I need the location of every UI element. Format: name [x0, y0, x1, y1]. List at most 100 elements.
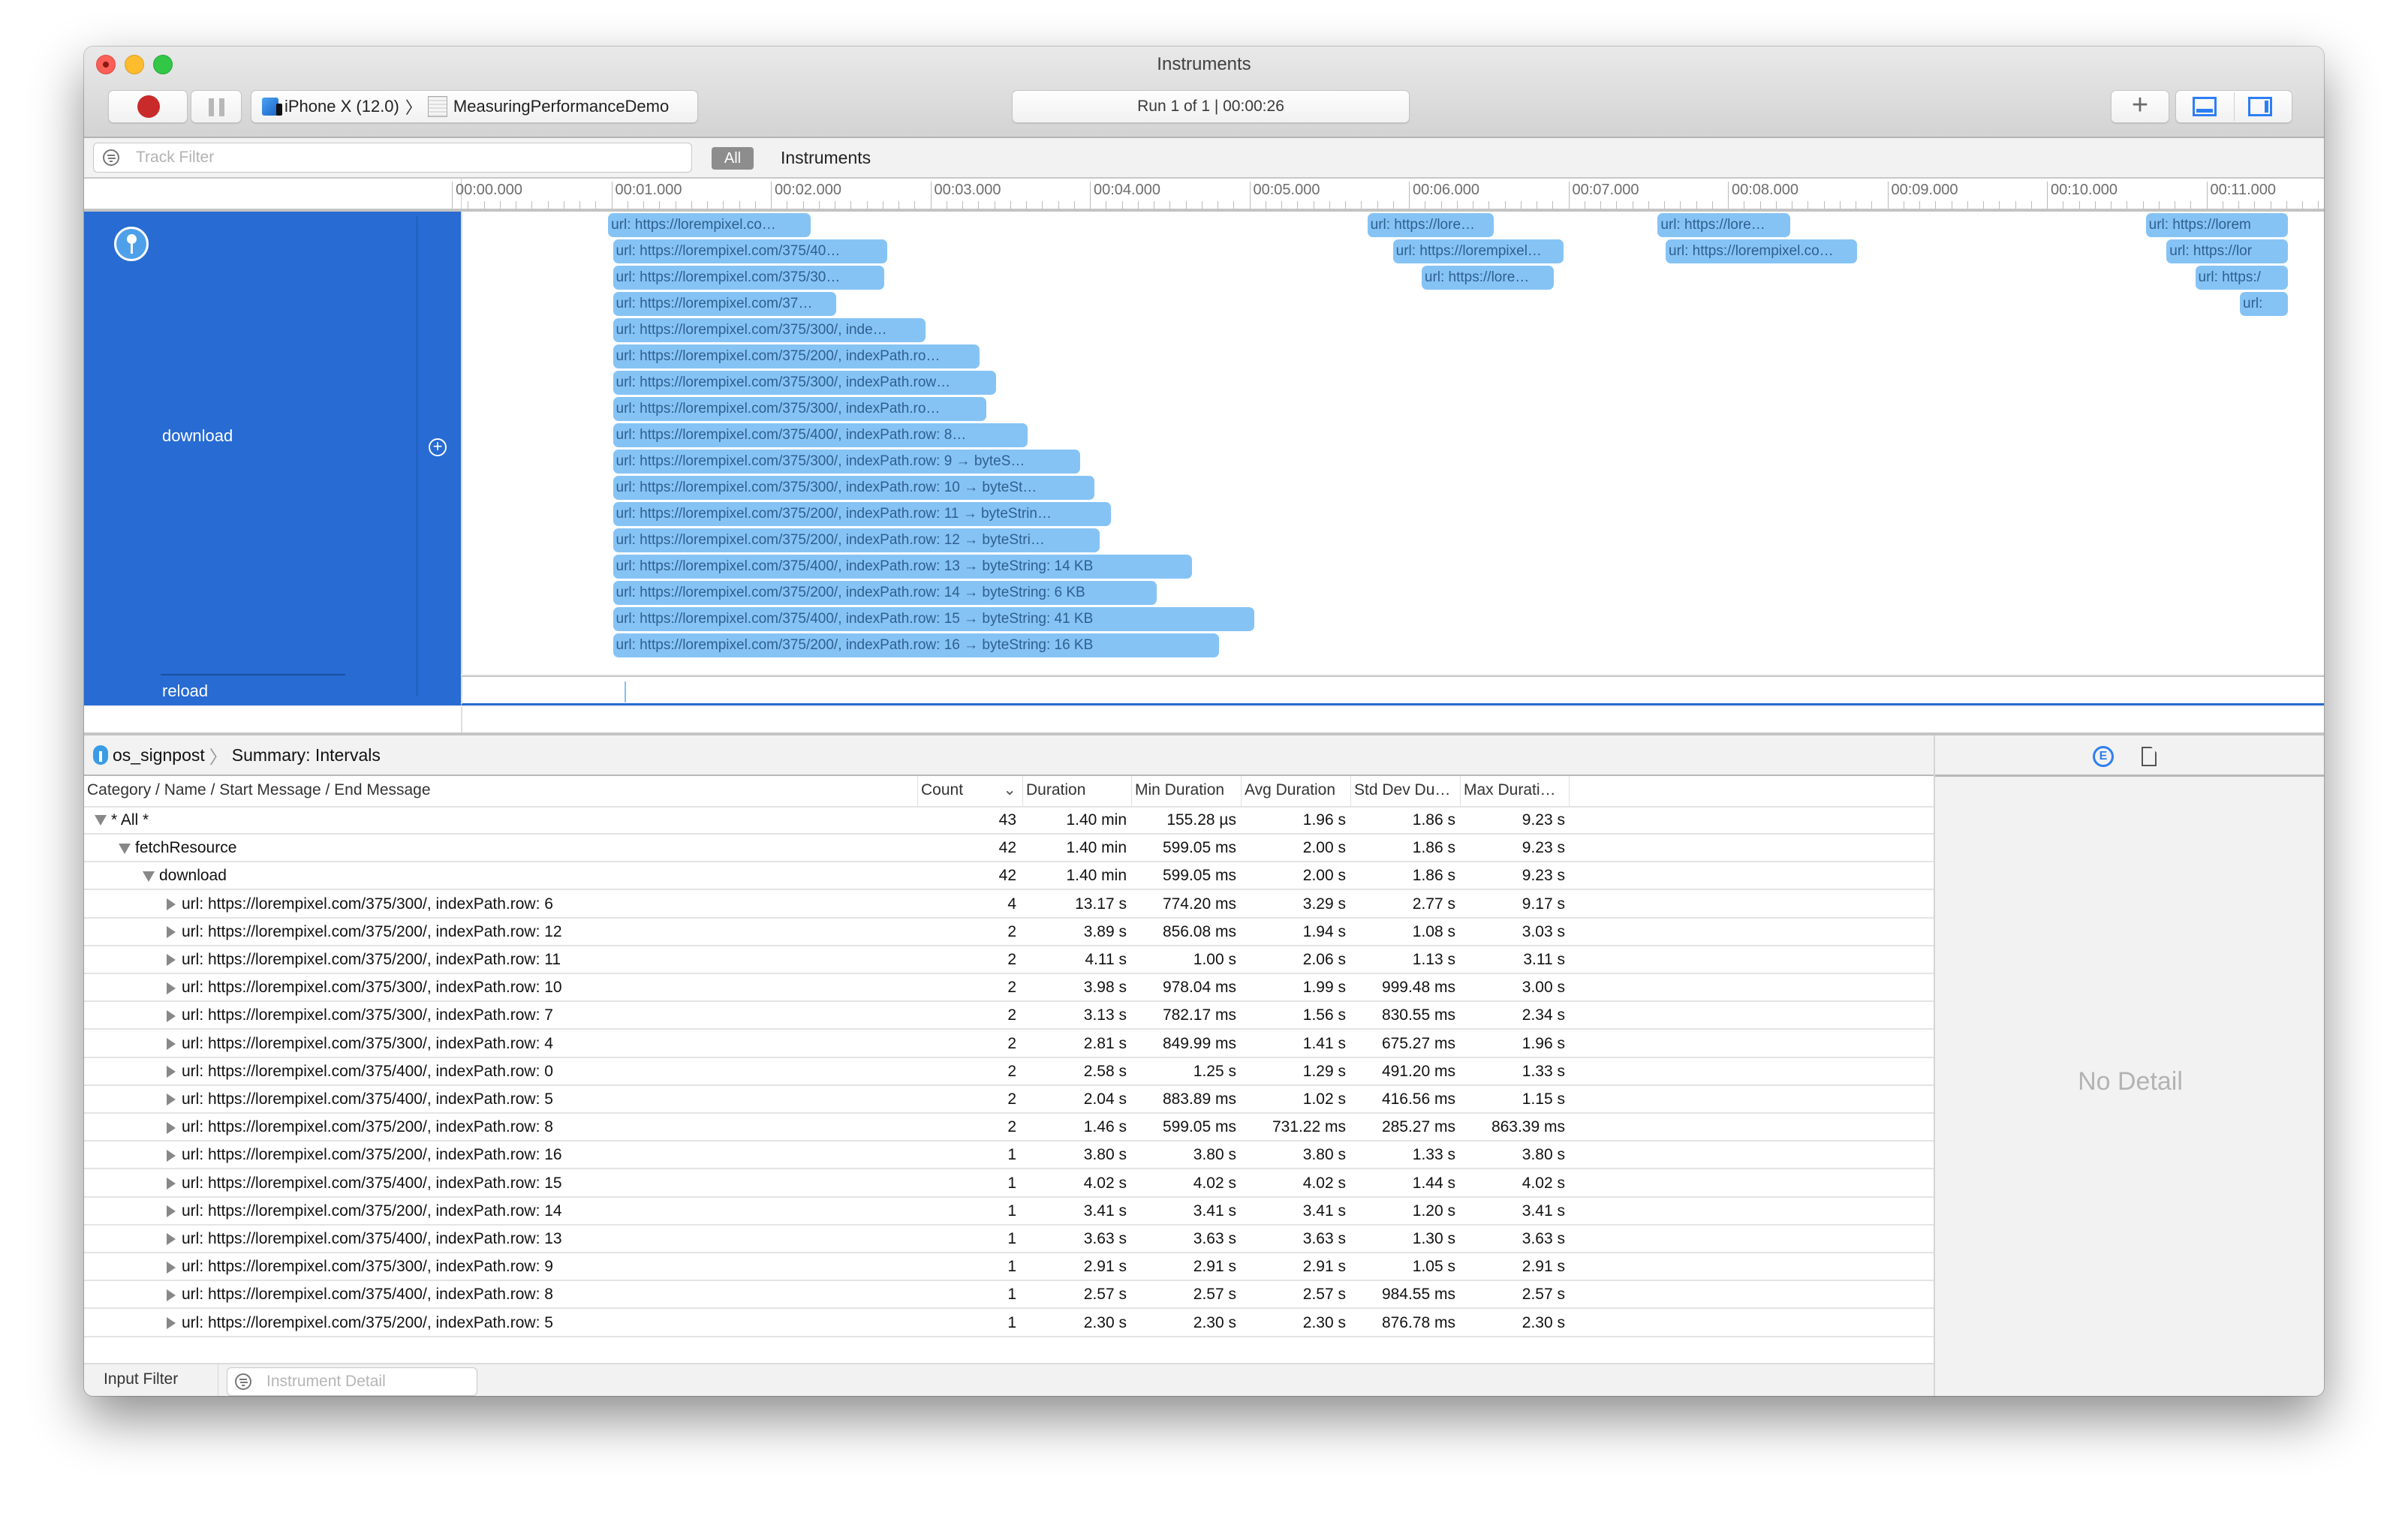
signpost-interval[interactable]: url: https://lorempixel.com/375/200/, in…: [613, 633, 1219, 657]
track-header-os-signpost[interactable]: download + reload: [84, 212, 461, 705]
signpost-interval[interactable]: url: https://lorempixel.co…: [608, 213, 811, 237]
table-row[interactable]: url: https://lorempixel.com/375/200/, in…: [84, 1310, 1934, 1337]
signpost-interval[interactable]: url: https://lore…: [1657, 213, 1790, 237]
disclosure-collapsed-icon[interactable]: [167, 954, 176, 967]
column-header-max-duration[interactable]: Max Durati…: [1460, 776, 1570, 806]
signpost-interval[interactable]: url: https://lorempixel…: [1392, 239, 1564, 263]
column-header-count[interactable]: Count ⌄: [917, 776, 1022, 806]
track-filter-input[interactable]: Track Filter: [93, 143, 692, 173]
breadcrumb-view[interactable]: Summary: Intervals: [232, 745, 381, 766]
disclosure-collapsed-icon[interactable]: [167, 1066, 176, 1078]
signpost-interval[interactable]: url: https://lorempixel.com/375/300/, in…: [613, 476, 1095, 500]
signpost-interval[interactable]: url: https://lorempixel.com/375/300/, in…: [613, 371, 996, 395]
ruler-tick-label: 00:00.000: [452, 182, 522, 209]
table-row[interactable]: url: https://lorempixel.com/375/300/, in…: [84, 1031, 1934, 1058]
toggle-inspector-icon[interactable]: [2248, 97, 2272, 116]
breadcrumb-instrument[interactable]: os_signpost: [113, 745, 205, 766]
extended-detail-icon[interactable]: E: [2093, 746, 2114, 767]
ruler-minor-tick: [1759, 201, 1761, 209]
disclosure-collapsed-icon[interactable]: [167, 982, 176, 994]
signpost-interval[interactable]: url: https://lorem: [2145, 213, 2288, 237]
column-header-std-dev-duration[interactable]: Std Dev Du…: [1350, 776, 1460, 806]
table-row[interactable]: url: https://lorempixel.com/375/400/, in…: [84, 1226, 1934, 1253]
disclosure-collapsed-icon[interactable]: [167, 1178, 176, 1190]
table-row[interactable]: url: https://lorempixel.com/375/400/, in…: [84, 1171, 1934, 1198]
table-row[interactable]: url: https://lorempixel.com/375/300/, in…: [84, 1254, 1934, 1282]
target-selector[interactable]: iPhone X (12.0) 〉 MeasuringPerformanceDe…: [251, 90, 698, 123]
disclosure-collapsed-icon[interactable]: [167, 926, 176, 939]
signpost-interval[interactable]: url: https://lore…: [1367, 213, 1494, 237]
table-row[interactable]: url: https://lorempixel.com/375/200/, in…: [84, 1142, 1934, 1170]
table-row[interactable]: url: https://lorempixel.com/375/200/, in…: [84, 947, 1934, 974]
signpost-interval[interactable]: url: https://lorempixel.com/375/300/, in…: [613, 397, 986, 421]
table-row[interactable]: url: https://lorempixel.com/375/400/, in…: [84, 1087, 1934, 1114]
add-instrument-button[interactable]: +: [2111, 90, 2169, 123]
disclosure-collapsed-icon[interactable]: [167, 1121, 176, 1134]
signpost-interval[interactable]: url:: [2240, 292, 2288, 316]
cell-avg: 1.99 s: [1302, 979, 1346, 997]
table-row[interactable]: download 42 1.40 min 599.05 ms 2.00 s 1.86 s 9…: [84, 863, 1934, 891]
disclosure-expanded-icon[interactable]: [95, 815, 107, 826]
ruler-minor-tick: [1616, 201, 1618, 209]
signpost-interval[interactable]: url: https://lorempixel.com/375/400/, in…: [613, 555, 1192, 579]
disclosure-collapsed-icon[interactable]: [167, 1317, 176, 1330]
signpost-interval[interactable]: url: https://lorempixel.com/375/400/, in…: [613, 607, 1254, 631]
disclosure-collapsed-icon[interactable]: [167, 1205, 176, 1218]
document-icon[interactable]: [2142, 747, 2157, 766]
disclosure-collapsed-icon[interactable]: [167, 1038, 176, 1051]
table-row[interactable]: url: https://lorempixel.com/375/300/, in…: [84, 1003, 1934, 1030]
signpost-interval[interactable]: url: https://lorempixel.com/375/300/, in…: [613, 318, 926, 342]
toggle-detail-area-icon[interactable]: [2193, 97, 2217, 116]
signpost-interval[interactable]: url: https://lorempixel.com/375/200/, in…: [613, 502, 1111, 526]
track-graph-download[interactable]: url: https://lorempixel.co… url: https://…: [461, 212, 2324, 674]
signpost-interval[interactable]: url: https://lorempixel.com/375/200/, in…: [613, 344, 980, 368]
disclosure-expanded-icon[interactable]: [143, 871, 155, 882]
disclosure-collapsed-icon[interactable]: [167, 1149, 176, 1162]
disclosure-collapsed-icon[interactable]: [167, 1233, 176, 1246]
signpost-interval[interactable]: url: https://lorempixel.com/375/300/, in…: [613, 450, 1081, 474]
column-header-category[interactable]: Category / Name / Start Message / End Me…: [84, 776, 917, 806]
signpost-interval[interactable]: url: https://lorempixel.com/375/400/, in…: [613, 423, 1028, 447]
table-row[interactable]: url: https://lorempixel.com/375/200/, in…: [84, 1114, 1934, 1142]
column-header-min-duration[interactable]: Min Duration: [1131, 776, 1241, 806]
table-row[interactable]: url: https://lorempixel.com/375/300/, in…: [84, 892, 1934, 919]
cell-avg: 2.57 s: [1302, 1286, 1346, 1304]
disclosure-collapsed-icon[interactable]: [167, 1261, 176, 1274]
signpost-interval[interactable]: url: https://lorempixel.co…: [1666, 239, 1857, 263]
disclosure-collapsed-icon[interactable]: [167, 898, 176, 911]
column-header-avg-duration[interactable]: Avg Duration: [1241, 776, 1350, 806]
table-row[interactable]: url: https://lorempixel.com/375/200/, in…: [84, 1199, 1934, 1226]
signpost-interval[interactable]: url: https://lorempixel.com/37…: [613, 292, 836, 316]
ruler-minor-tick: [1456, 201, 1458, 209]
disclosure-collapsed-icon[interactable]: [167, 1289, 176, 1301]
run-selector[interactable]: Run 1 of 1 | 00:00:26: [1012, 90, 1410, 123]
signpost-interval[interactable]: url: https://lor: [2166, 239, 2288, 263]
signpost-interval[interactable]: url: https://lorempixel.com/375/30…: [613, 266, 884, 290]
expand-track-plus-icon[interactable]: +: [429, 438, 447, 456]
instrument-detail-filter-input[interactable]: Instrument Detail: [227, 1367, 477, 1396]
instruments-scope-button[interactable]: Instruments: [781, 146, 871, 170]
signpost-interval[interactable]: url: https://lorempixel.com/375/40…: [613, 239, 887, 263]
disclosure-collapsed-icon[interactable]: [167, 1009, 176, 1022]
table-row[interactable]: fetchResource 42 1.40 min 599.05 ms 2.00 s 1.…: [84, 835, 1934, 863]
timeline-ruler[interactable]: 00:00.000 00:01.000 00:02.000 00:03.000 00:0…: [84, 179, 2324, 212]
ruler-minor-tick: [595, 201, 597, 209]
track-graph-reload[interactable]: [461, 675, 2324, 705]
ruler-minor-tick: [1377, 201, 1378, 209]
ruler-minor-tick: [1839, 201, 1841, 209]
table-row[interactable]: * All * 43 1.40 min 155.28 µs 1.96 s 1.86 s 9.…: [84, 808, 1934, 835]
table-row[interactable]: url: https://lorempixel.com/375/400/, in…: [84, 1059, 1934, 1086]
signpost-interval[interactable]: url: https://lore…: [1421, 266, 1555, 290]
disclosure-collapsed-icon[interactable]: [167, 1093, 176, 1106]
signpost-interval[interactable]: url: https://lorempixel.com/375/200/, in…: [613, 581, 1157, 605]
table-row[interactable]: url: https://lorempixel.com/375/200/, in…: [84, 919, 1934, 946]
table-row[interactable]: url: https://lorempixel.com/375/300/, in…: [84, 975, 1934, 1003]
table-row[interactable]: url: https://lorempixel.com/375/400/, in…: [84, 1282, 1934, 1310]
all-scope-button[interactable]: All: [712, 147, 754, 170]
disclosure-expanded-icon[interactable]: [119, 843, 131, 854]
column-header-duration[interactable]: Duration: [1022, 776, 1131, 806]
signpost-interval[interactable]: url: https:/: [2195, 266, 2288, 290]
signpost-interval[interactable]: url: https://lorempixel.com/375/200/, in…: [613, 528, 1100, 552]
pause-button[interactable]: [191, 90, 242, 123]
record-button[interactable]: [108, 90, 188, 123]
